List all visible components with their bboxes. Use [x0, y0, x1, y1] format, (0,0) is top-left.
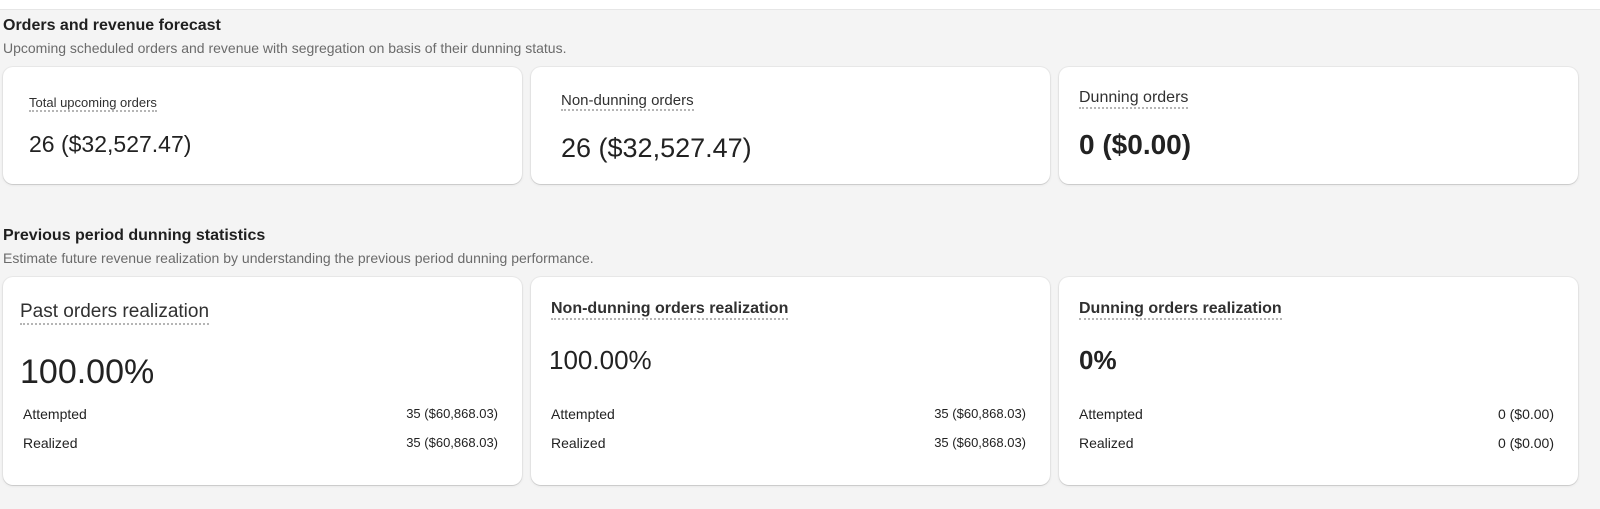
attempted-row: Attempted 35 ($60,868.03): [23, 406, 498, 426]
dunning-orders-realization-card: Dunning orders realization 0% Attempted …: [1059, 277, 1578, 485]
attempted-row: Attempted 0 ($0.00): [1079, 406, 1554, 426]
attempted-label: Attempted: [551, 406, 615, 422]
dashboard-page: Orders and revenue forecast Upcoming sch…: [0, 9, 1600, 509]
attempted-row: Attempted 35 ($60,868.03): [551, 406, 1026, 426]
total-upcoming-orders-value: 26 ($32,527.47): [29, 131, 192, 157]
previous-section-description: Estimate future revenue realization by u…: [3, 250, 594, 266]
non-dunning-orders-card: Non-dunning orders 26 ($32,527.47): [531, 67, 1050, 184]
realized-row: Realized 35 ($60,868.03): [23, 435, 498, 455]
realized-label: Realized: [1079, 435, 1134, 451]
realized-label: Realized: [23, 435, 78, 451]
attempted-value: 35 ($60,868.03): [934, 406, 1026, 421]
realized-row: Realized 35 ($60,868.03): [551, 435, 1026, 455]
forecast-section-title: Orders and revenue forecast: [3, 17, 221, 34]
non-dunning-orders-realization-label[interactable]: Non-dunning orders realization: [551, 300, 789, 320]
non-dunning-orders-realization-value: 100.00%: [549, 345, 652, 375]
non-dunning-orders-label[interactable]: Non-dunning orders: [561, 92, 694, 111]
dunning-orders-realization-label[interactable]: Dunning orders realization: [1079, 300, 1282, 320]
dunning-orders-realization-value: 0%: [1079, 345, 1117, 375]
realized-value: 0 ($0.00): [1497, 435, 1554, 451]
forecast-section-description: Upcoming scheduled orders and revenue wi…: [3, 40, 567, 56]
dunning-orders-label[interactable]: Dunning orders: [1079, 89, 1189, 109]
attempted-label: Attempted: [23, 406, 87, 422]
non-dunning-orders-value: 26 ($32,527.47): [561, 133, 752, 163]
dunning-orders-card: Dunning orders 0 ($0.00): [1059, 67, 1578, 184]
total-upcoming-orders-card: Total upcoming orders 26 ($32,527.47): [3, 67, 522, 184]
attempted-value: 0 ($0.00): [1497, 406, 1554, 422]
previous-section-title: Previous period dunning statistics: [3, 227, 266, 244]
total-upcoming-orders-label[interactable]: Total upcoming orders: [29, 95, 157, 112]
non-dunning-orders-realization-card: Non-dunning orders realization 100.00% A…: [531, 277, 1050, 485]
previous-section-header: Previous period dunning statistics Estim…: [3, 226, 594, 267]
attempted-value: 35 ($60,868.03): [406, 406, 498, 421]
attempted-label: Attempted: [1079, 406, 1143, 422]
realized-value: 35 ($60,868.03): [406, 435, 498, 450]
realized-value: 35 ($60,868.03): [934, 435, 1026, 450]
past-orders-realization-label[interactable]: Past orders realization: [20, 301, 210, 325]
realized-row: Realized 0 ($0.00): [1079, 435, 1554, 455]
past-orders-realization-value: 100.00%: [20, 353, 155, 391]
forecast-section-header: Orders and revenue forecast Upcoming sch…: [3, 16, 566, 57]
dunning-orders-value: 0 ($0.00): [1079, 129, 1192, 160]
past-orders-realization-card: Past orders realization 100.00% Attempte…: [3, 277, 522, 485]
realized-label: Realized: [551, 435, 606, 451]
